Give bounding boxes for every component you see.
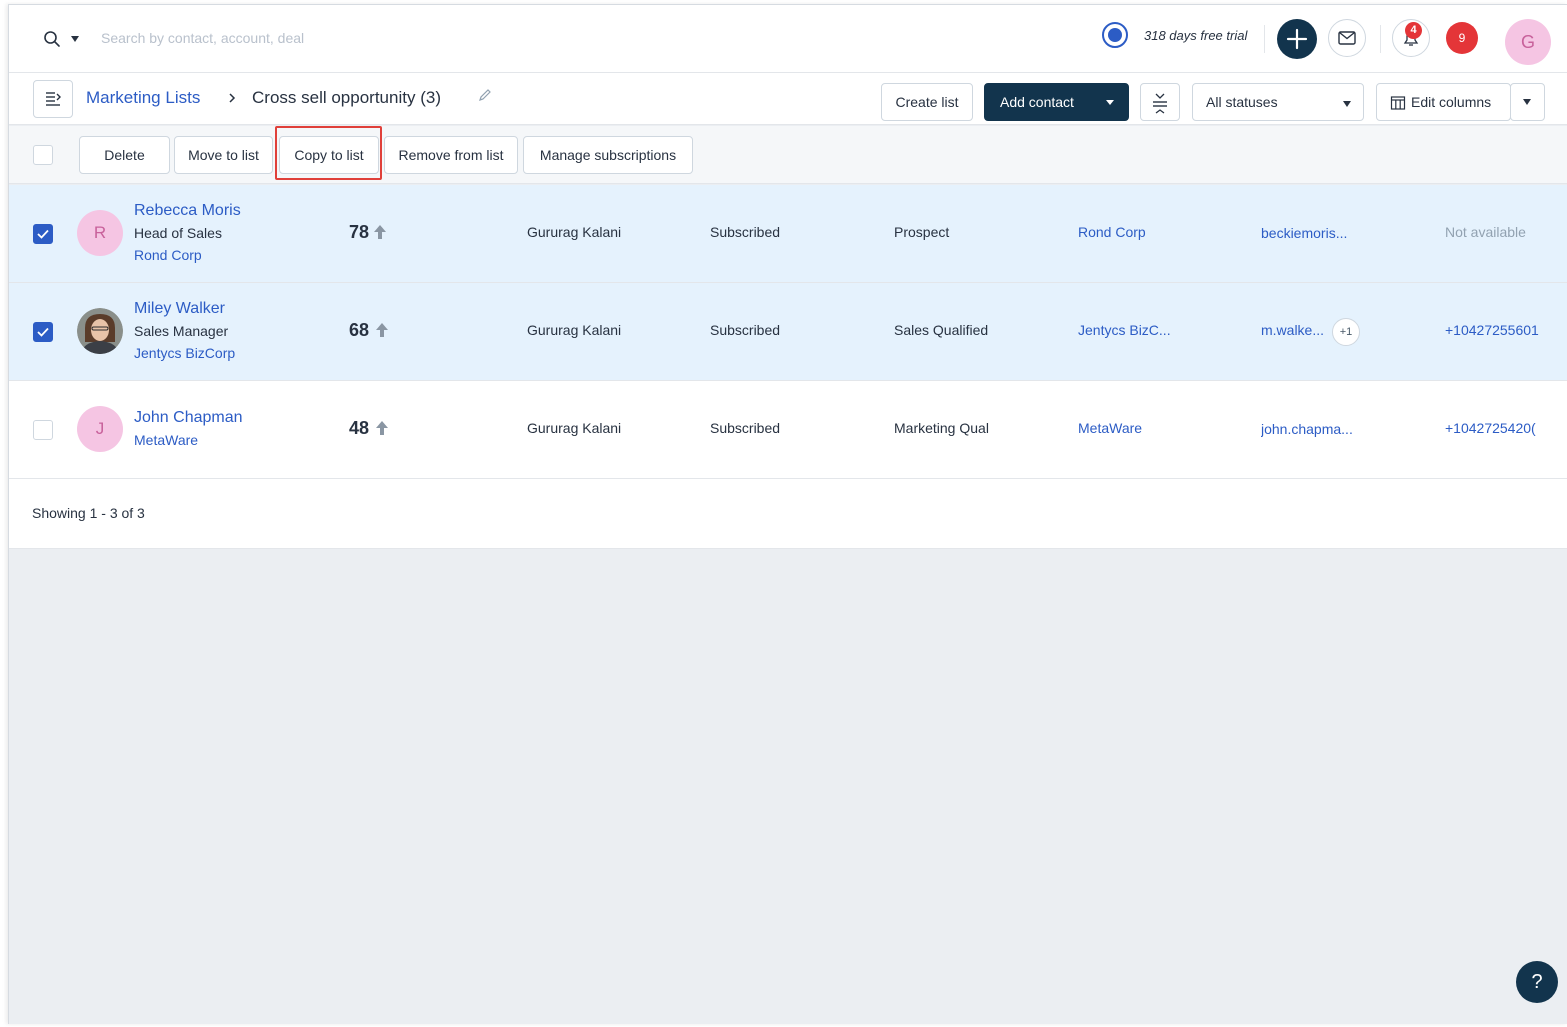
- plus-icon: [1286, 28, 1308, 50]
- email-link[interactable]: m.walke...: [1261, 322, 1331, 338]
- lifecycle-stage-cell: Marketing Qual: [894, 420, 989, 436]
- trial-days-remaining[interactable]: 318 days free trial: [1144, 28, 1247, 43]
- contact-company-link[interactable]: Rond Corp: [134, 247, 202, 263]
- alerts-count-badge[interactable]: 9: [1446, 22, 1478, 54]
- email-button[interactable]: [1328, 19, 1366, 57]
- phone-link[interactable]: +1042725420(: [1445, 420, 1545, 436]
- lifecycle-stage-cell: Prospect: [894, 224, 950, 240]
- row-checkbox[interactable]: [33, 224, 53, 244]
- owner-cell: Gururag Kalani: [527, 322, 622, 338]
- manage-subscriptions-button[interactable]: Manage subscriptions: [523, 136, 693, 174]
- edit-columns-button[interactable]: Edit columns: [1376, 83, 1511, 121]
- arrow-up-icon: [376, 323, 388, 337]
- subscription-status-cell: Subscribed: [710, 420, 781, 436]
- toggle-sidebar-button[interactable]: [33, 80, 73, 118]
- checkmark-icon: [37, 229, 49, 239]
- table-row[interactable]: J John Chapman MetaWare 48 Gururag Kalan…: [9, 381, 1567, 479]
- breadcrumb-marketing-lists[interactable]: Marketing Lists: [86, 88, 200, 108]
- lead-score: 78: [349, 222, 370, 242]
- owner-cell: Gururag Kalani: [527, 224, 622, 240]
- subscription-status-cell: Subscribed: [710, 224, 781, 240]
- phone-link[interactable]: +10427255601: [1445, 322, 1545, 338]
- row-checkbox[interactable]: [33, 322, 53, 342]
- help-button[interactable]: ?: [1516, 961, 1558, 1003]
- contact-job-title: Sales Manager: [134, 323, 229, 339]
- account-link[interactable]: Rond Corp: [1078, 224, 1188, 240]
- lead-score: 68: [349, 320, 370, 340]
- select-all-checkbox[interactable]: [33, 145, 53, 165]
- arrow-up-icon: [376, 421, 388, 435]
- edit-columns-dropdown-button[interactable]: [1510, 83, 1545, 121]
- list-count: (3): [420, 88, 441, 107]
- page-title: Cross sell opportunity (3): [252, 88, 441, 108]
- density-toggle-button[interactable]: [1140, 83, 1180, 121]
- user-avatar[interactable]: G: [1505, 19, 1551, 65]
- arrow-up-icon: [374, 225, 386, 239]
- add-contact-label: Add contact: [1000, 94, 1074, 110]
- contact-name-link[interactable]: Rebecca Moris: [134, 202, 241, 220]
- contact-company-link[interactable]: Jentycs BizCorp: [134, 345, 235, 361]
- subscription-status-cell: Subscribed: [710, 322, 781, 338]
- table-footer: Showing 1 - 3 of 3: [9, 479, 1567, 549]
- lead-score: 48: [349, 418, 370, 438]
- search-scope-dropdown-icon[interactable]: [71, 36, 79, 42]
- remove-from-list-button[interactable]: Remove from list: [384, 136, 518, 174]
- contact-name-link[interactable]: Miley Walker: [134, 300, 225, 318]
- move-to-list-button[interactable]: Move to list: [174, 136, 273, 174]
- list-name: Cross sell opportunity: [252, 88, 416, 107]
- contact-job-title: Head of Sales: [134, 225, 222, 241]
- search-icon[interactable]: [43, 30, 61, 48]
- contact-name-link[interactable]: John Chapman: [134, 409, 243, 427]
- delete-button[interactable]: Delete: [79, 136, 170, 174]
- contact-avatar: R: [77, 210, 123, 256]
- divider: [1264, 25, 1265, 53]
- account-link[interactable]: MetaWare: [1078, 420, 1188, 436]
- global-search-input[interactable]: [101, 25, 501, 51]
- chevron-down-icon: [1523, 99, 1531, 105]
- divider: [1380, 25, 1381, 53]
- chevron-right-icon: [229, 93, 236, 103]
- edit-pencil-icon[interactable]: [477, 87, 493, 103]
- table-row[interactable]: R Rebecca Moris Head of Sales Rond Corp …: [9, 185, 1567, 283]
- account-link[interactable]: Jentycs BizC...: [1078, 322, 1188, 338]
- contact-avatar: J: [77, 406, 123, 452]
- more-emails-chip[interactable]: +1: [1332, 318, 1360, 346]
- envelope-icon: [1338, 31, 1356, 45]
- compress-rows-icon: [1153, 93, 1167, 114]
- email-link[interactable]: john.chapma...: [1261, 421, 1371, 437]
- quick-add-button[interactable]: [1277, 19, 1317, 59]
- checkmark-icon: [37, 327, 49, 337]
- list-header: Marketing Lists Cross sell opportunity (…: [9, 73, 1567, 125]
- top-navigation-bar: 318 days free trial 4 9 G: [9, 5, 1567, 73]
- notifications-count-badge: 4: [1405, 22, 1422, 39]
- trial-status-icon[interactable]: [1102, 22, 1128, 48]
- app-frame: 318 days free trial 4 9 G: [8, 4, 1567, 1024]
- bulk-action-bar: Delete Move to list Copy to list Remove …: [9, 126, 1567, 184]
- owner-cell: Gururag Kalani: [527, 420, 622, 436]
- contact-photo-avatar: [77, 308, 123, 354]
- email-link[interactable]: beckiemoris...: [1261, 225, 1371, 241]
- add-contact-dropdown-icon[interactable]: [1106, 100, 1114, 105]
- status-filter-value: All statuses: [1206, 94, 1278, 110]
- create-list-button[interactable]: Create list: [881, 83, 973, 121]
- highlight-box: [275, 126, 382, 180]
- list-collapse-icon: [46, 92, 61, 106]
- columns-icon: [1390, 96, 1406, 110]
- table-row[interactable]: Miley Walker Sales Manager Jentycs BizCo…: [9, 283, 1567, 381]
- contact-company-link[interactable]: MetaWare: [134, 432, 198, 448]
- status-filter-select[interactable]: All statuses: [1192, 83, 1364, 121]
- edit-columns-label: Edit columns: [1411, 94, 1492, 110]
- chevron-down-icon: [1343, 101, 1351, 107]
- pagination-summary: Showing 1 - 3 of 3: [32, 505, 145, 521]
- row-checkbox[interactable]: [33, 420, 53, 440]
- lifecycle-stage-cell: Sales Qualified: [894, 322, 989, 338]
- phone-cell: Not available: [1445, 224, 1526, 240]
